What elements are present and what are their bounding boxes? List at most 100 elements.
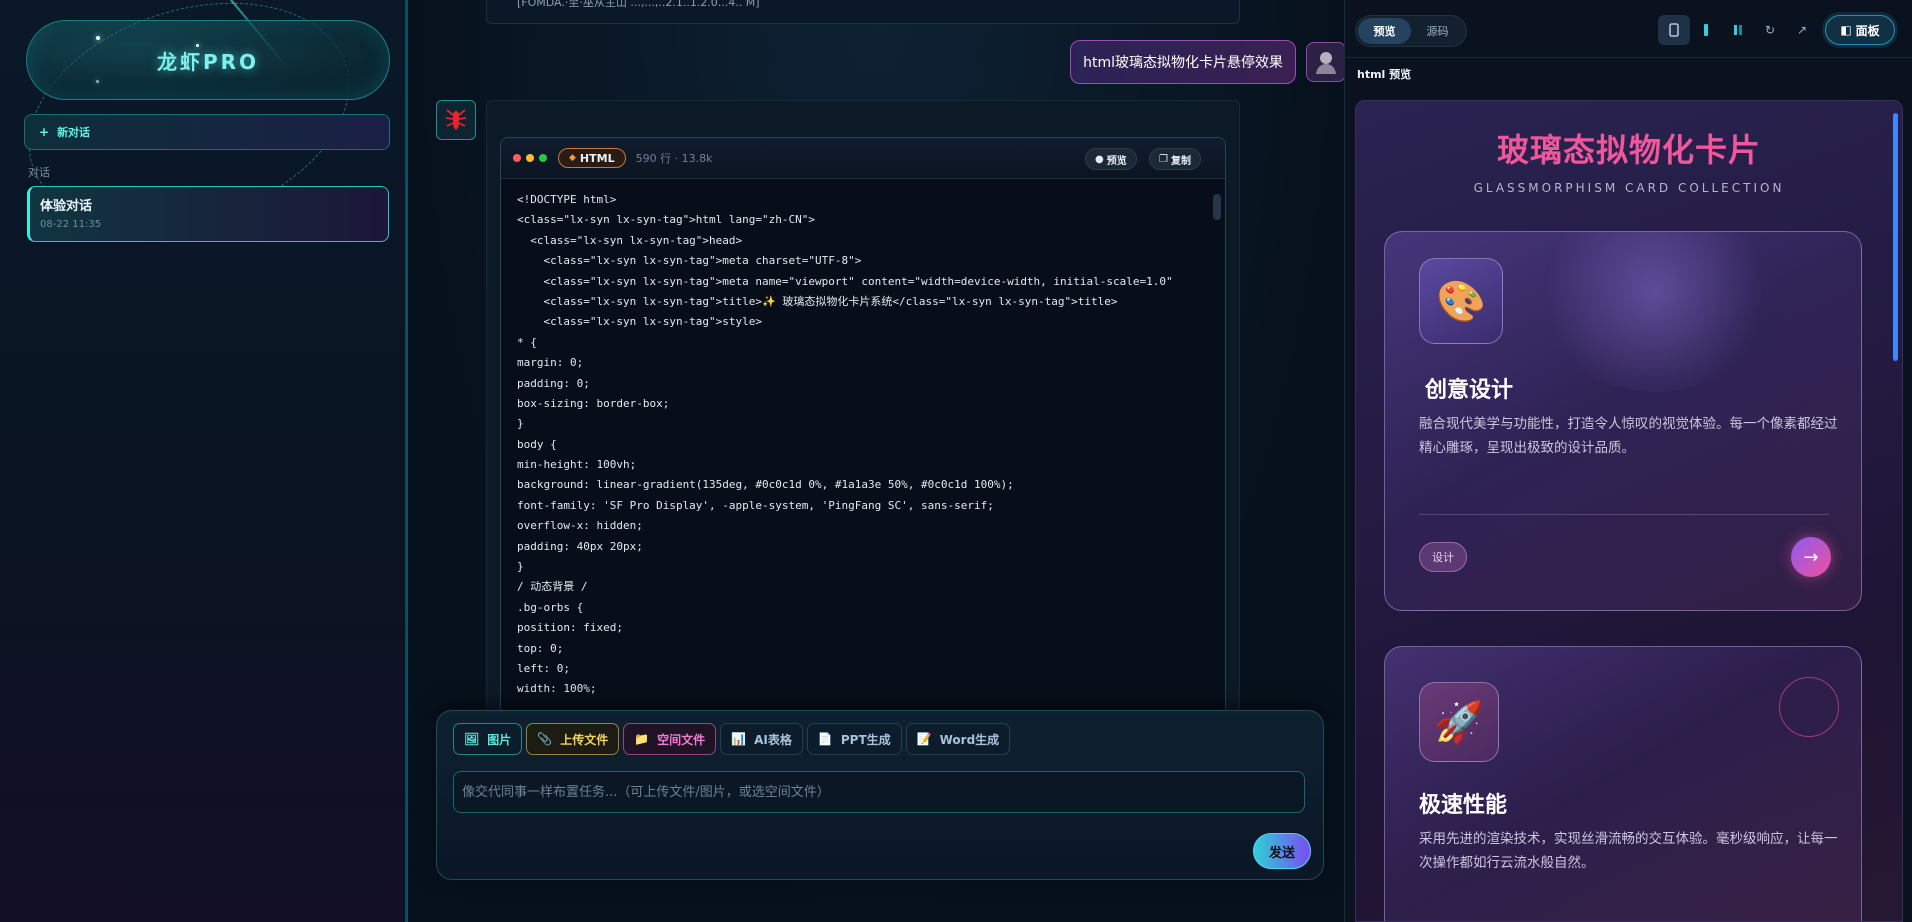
code-line: * { [517, 335, 537, 349]
conversation-title: 体验对话 [40, 199, 93, 214]
tab-preview[interactable]: 预览 [1358, 18, 1411, 44]
image-button[interactable]: 🖼 图片 [453, 723, 523, 755]
conversation-item[interactable]: 体验对话 08-22 11:35 [27, 186, 389, 242]
view-toggle: 预览 源码 [1355, 15, 1467, 47]
code-line: <class="lx-syn lx-syn-tag">html lang="zh… [517, 213, 816, 227]
plus-icon: + [39, 125, 50, 139]
code-line: overflow-x: hidden; [517, 519, 643, 533]
window-close-dot [513, 154, 521, 162]
code-preview-label: 预览 [1106, 155, 1127, 167]
chat-area: [FOMDA.·至·巫从主山 ...,...,..2.1..1.2.0...4.… [408, 0, 1346, 922]
code-content[interactable]: <!DOCTYPE html> <class="lx-syn lx-syn-tag… [501, 180, 1225, 736]
ppt-generate-button[interactable]: 📄 PPT生成 [806, 723, 902, 755]
new-chat-button[interactable]: + 新对话 [24, 114, 390, 150]
code-line: / 动态背景 / [517, 580, 588, 594]
star-decoration [96, 80, 99, 83]
refresh-icon[interactable]: ↻ [1754, 15, 1786, 45]
decorative-ring [1779, 677, 1839, 737]
code-line: <class="lx-syn lx-syn-tag">title>✨ 玻璃态拟物… [517, 294, 1118, 308]
ai-table-button[interactable]: 📊 AI表格 [720, 723, 803, 755]
upload-file-button[interactable]: 📎 上传文件 [526, 723, 620, 755]
code-line: } [517, 560, 524, 574]
panel-toggle-label: 面板 [1855, 23, 1880, 38]
space-file-button[interactable]: 📁 空间文件 [623, 723, 717, 755]
code-line: position: fixed; [517, 621, 623, 635]
user-avatar-icon [1306, 42, 1346, 82]
code-line: padding: 0; [517, 376, 590, 390]
preview-toolbar: 预览 源码 ↻ ↗ ◧ 面板 [1345, 0, 1912, 58]
code-line: } [517, 417, 524, 431]
previous-message-card: [FOMDA.·至·巫从主山 ...,...,..2.1..1.2.0...4.… [486, 0, 1240, 24]
logo-text: 龙虾PRO [156, 49, 260, 74]
glass-card[interactable]: 🎨 创意设计 融合现代美学与功能性，打造令人惊叹的视觉体验。每一个像素都经过精心… [1384, 231, 1862, 611]
previous-message-text: [FOMDA.·至·巫从主山 ...,...,..2.1..1.2.0...4.… [517, 0, 760, 9]
code-block-header: ◆ HTML 590 行 · 13.8k ● 预览 ❐ 复制 [501, 138, 1225, 179]
tab-source[interactable]: 源码 [1411, 18, 1464, 44]
user-message-bubble: html玻璃态拟物化卡片悬停效果 [1070, 40, 1296, 84]
sidebar: 龙虾PRO + 新对话 对话 体验对话 08-22 11:35 [0, 0, 406, 922]
code-line: top: 0; [517, 641, 564, 655]
arrow-right-icon[interactable]: → [1791, 537, 1831, 577]
window-maximize-dot [539, 154, 547, 162]
code-preview-button[interactable]: ● 预览 [1085, 148, 1137, 170]
word-generate-button[interactable]: 📝 Word生成 [905, 723, 1011, 755]
code-line: <class="lx-syn lx-syn-tag">head> [517, 233, 743, 247]
split-view-icon[interactable] [1722, 15, 1754, 45]
code-line: font-family: 'SF Pro Display', -apple-sy… [517, 498, 994, 512]
ppt-generate-label: PPT生成 [840, 732, 891, 747]
card-description: 采用先进的渲染技术，实现丝滑流畅的交互体验。毫秒级响应，让每一次操作都如行云流水… [1419, 831, 1838, 871]
code-copy-label: 复制 [1170, 155, 1191, 167]
space-file-label: 空间文件 [657, 732, 706, 747]
star-decoration [96, 36, 100, 40]
glass-card[interactable]: 🚀 极速性能 采用先进的渲染技术，实现丝滑流畅的交互体验。毫秒级响应，让每一次操… [1384, 646, 1862, 921]
image-label: 图片 [487, 732, 512, 747]
palette-icon: 🎨 [1419, 258, 1503, 344]
preview-page-subtitle: GLASSMORPHISM CARD COLLECTION [1473, 181, 1785, 195]
preview-frame[interactable]: 玻璃态拟物化卡片 GLASSMORPHISM CARD COLLECTION 🎨… [1355, 100, 1903, 922]
code-copy-button[interactable]: ❐ 复制 [1149, 148, 1201, 170]
code-line: min-height: 100vh; [517, 458, 637, 472]
card-glow [1535, 232, 1775, 392]
code-block: ◆ HTML 590 行 · 13.8k ● 预览 ❐ 复制 <!DOCTYPE… [500, 137, 1226, 737]
copy-icon: ❐ [1159, 153, 1168, 165]
panel-icon: ◧ [1840, 23, 1852, 37]
panel-toggle-button[interactable]: ◧ 面板 [1825, 15, 1895, 45]
mobile-view-icon[interactable] [1658, 15, 1690, 45]
code-line: padding: 40px 20px; [517, 539, 643, 553]
preview-label: html 预览 [1357, 68, 1412, 81]
code-line: width: 100%; [517, 682, 597, 696]
tablet-view-icon[interactable] [1690, 15, 1722, 45]
preview-page-title: 玻璃态拟物化卡片 [1496, 131, 1761, 169]
star-decoration [196, 44, 199, 47]
window-minimize-dot [526, 154, 534, 162]
folder-icon: 📁 [634, 732, 650, 746]
code-line: box-sizing: border-box; [517, 396, 670, 410]
upload-file-label: 上传文件 [560, 732, 609, 747]
ai-table-label: AI表格 [754, 732, 792, 747]
code-scrollbar[interactable] [1213, 194, 1221, 220]
lobster-avatar-icon [436, 100, 476, 140]
code-line: <!DOCTYPE html> [517, 193, 617, 206]
send-button[interactable]: 发送 [1253, 833, 1311, 869]
code-line: <class="lx-syn lx-syn-tag">meta charset=… [517, 254, 862, 268]
app-window: 龙虾PRO + 新对话 对话 体验对话 08-22 11:35 [FOMDA.·… [0, 0, 1912, 922]
card-description: 融合现代美学与功能性，打造令人惊叹的视觉体验。每一个像素都经过精心雕琢，呈现出极… [1419, 416, 1838, 456]
diamond-icon: ◆ [569, 153, 576, 163]
code-line: left: 0; [517, 661, 570, 675]
card-title: 极速性能 [1419, 793, 1508, 818]
word-generate-label: Word生成 [939, 732, 1000, 747]
code-line: body { [517, 437, 557, 451]
code-line: margin: 0; [517, 356, 584, 370]
device-toggles: ↻ ↗ [1658, 15, 1818, 45]
image-icon: 🖼 [464, 732, 480, 746]
code-meta: 590 行 · 13.8k [635, 152, 713, 165]
message-input[interactable] [453, 771, 1305, 813]
chart-icon: 📊 [731, 732, 747, 746]
composer: 🖼 图片 📎 上传文件 📁 空间文件 📊 AI表格 📄 PPT生成 📝 Word… [436, 710, 1324, 880]
memo-icon: 📝 [916, 732, 932, 746]
eye-icon: ● [1095, 153, 1104, 165]
document-icon: 📄 [817, 732, 833, 746]
card-divider [1419, 514, 1829, 515]
open-external-icon[interactable]: ↗ [1786, 15, 1818, 45]
logo[interactable]: 龙虾PRO [26, 20, 390, 100]
